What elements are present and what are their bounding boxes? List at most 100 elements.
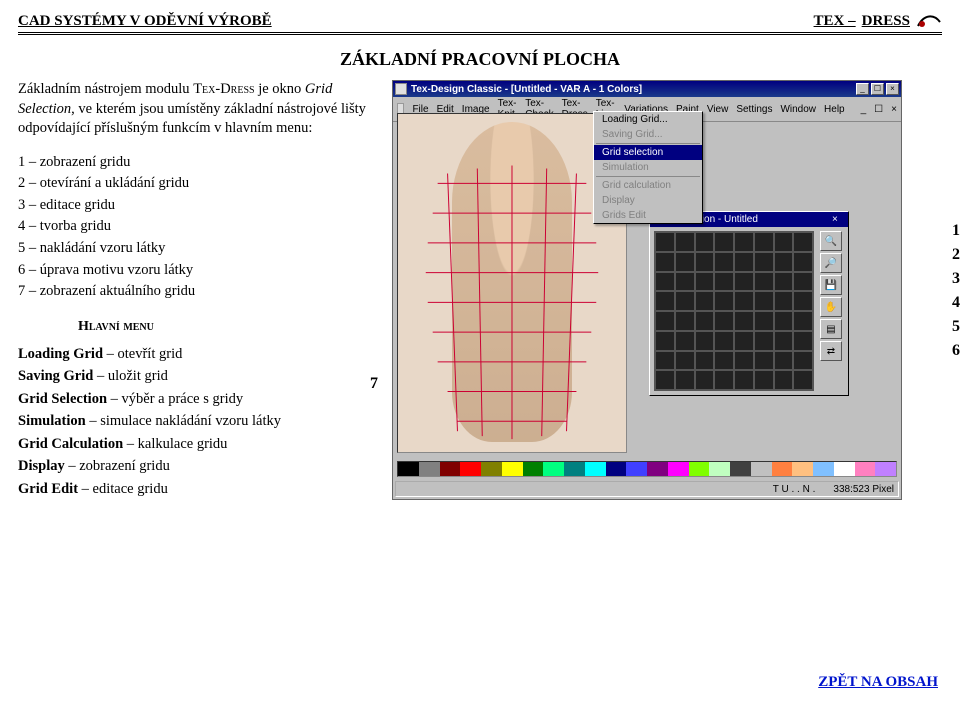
palette-swatch[interactable] <box>606 462 627 476</box>
texdress-dropdown: Loading Grid... Saving Grid... Grid sele… <box>593 111 703 224</box>
palette-swatch[interactable] <box>668 462 689 476</box>
palette-swatch[interactable] <box>730 462 751 476</box>
menu-term: Display <box>18 458 65 474</box>
menu-def: – otevřít grid <box>103 346 182 362</box>
menu-def: – výběr a práce s gridy <box>107 391 243 407</box>
palette-swatch[interactable] <box>398 462 419 476</box>
palette-swatch[interactable] <box>709 462 730 476</box>
dropdown-separator <box>596 176 700 177</box>
menu-def: – simulace nakládání vzoru látky <box>86 413 281 429</box>
dropdown-item-display[interactable]: Display <box>594 193 702 208</box>
palette-swatch[interactable] <box>564 462 585 476</box>
color-palette[interactable] <box>397 461 897 477</box>
close-button[interactable]: × <box>886 83 899 95</box>
list-item: 1 – zobrazení gridu <box>18 153 378 173</box>
panel-close-button[interactable]: × <box>832 214 844 225</box>
palette-swatch[interactable] <box>792 462 813 476</box>
module-name: Tex-Dress <box>193 81 254 97</box>
minimize-button[interactable]: _ <box>856 83 869 95</box>
callout-1: 1 <box>952 222 960 240</box>
magnify-icon[interactable]: 🔍 <box>820 231 842 251</box>
mdi-close-button[interactable]: × <box>891 104 897 115</box>
intro-text-1: Základním nástrojem modulu <box>18 81 193 97</box>
callout-4: 4 <box>952 294 960 312</box>
header-right-prefix: TEX – <box>814 13 856 30</box>
palette-swatch[interactable] <box>875 462 896 476</box>
dropdown-item-simulation[interactable]: Simulation <box>594 160 702 175</box>
numbered-list: 1 – zobrazení gridu 2 – otevírání a uklá… <box>18 153 378 302</box>
menu-def: – zobrazení gridu <box>65 458 170 474</box>
menu-desc-row: Display – zobrazení gridu <box>18 457 378 477</box>
palette-swatch[interactable] <box>813 462 834 476</box>
callout-3: 3 <box>952 270 960 288</box>
search-icon[interactable]: 🔎 <box>820 253 842 273</box>
menu-desc-row: Saving Grid – uložit grid <box>18 367 378 387</box>
callout-6: 6 <box>952 342 960 360</box>
menu-desc-row: Loading Grid – otevřít grid <box>18 345 378 365</box>
menu-term: Loading Grid <box>18 346 103 362</box>
palette-swatch[interactable] <box>585 462 606 476</box>
header-right-main: DRESS <box>862 13 910 30</box>
back-to-contents-link[interactable]: ZPĚT NA OBSAH <box>818 674 938 691</box>
palette-swatch[interactable] <box>772 462 793 476</box>
grid-panel-tools: 🔍 🔎 💾 ✋ ▤ ⇄ <box>818 227 846 395</box>
menu-settings[interactable]: Settings <box>736 104 772 115</box>
palette-swatch[interactable] <box>440 462 461 476</box>
palette-swatch[interactable] <box>523 462 544 476</box>
menu-help[interactable]: Help <box>824 104 845 115</box>
intro-text-3: , ve kterém jsou umístěny základní nástr… <box>18 101 366 137</box>
menu-term: Saving Grid <box>18 368 93 384</box>
palette-swatch[interactable] <box>626 462 647 476</box>
list-item: 3 – editace gridu <box>18 196 378 216</box>
page-title: ZÁKLADNÍ PRACOVNÍ PLOCHA <box>18 49 942 70</box>
app-window: Tex-Design Classic - [Untitled - VAR A -… <box>392 80 902 500</box>
dropdown-item-gridselection[interactable]: Grid selection <box>594 145 702 160</box>
menu-def: – uložit grid <box>93 368 168 384</box>
menu-descriptions: Loading Grid – otevřít grid Saving Grid … <box>18 345 378 500</box>
menu-def: – kalkulace gridu <box>123 436 227 452</box>
list-item: 2 – otevírání a ukládání gridu <box>18 174 378 194</box>
menu-window[interactable]: Window <box>780 104 816 115</box>
hand-icon[interactable]: ✋ <box>820 297 842 317</box>
list-item: 4 – tvorba gridu <box>18 217 378 237</box>
left-column: Základním nástrojem modulu Tex-Dress je … <box>18 80 378 502</box>
status-right: 338:523 Pixel <box>833 484 894 495</box>
palette-swatch[interactable] <box>689 462 710 476</box>
submenu-heading: Hlavní menu <box>78 318 378 337</box>
connect-icon[interactable]: ⇄ <box>820 341 842 361</box>
palette-swatch[interactable] <box>751 462 772 476</box>
dropdown-item-gridcalc[interactable]: Grid calculation <box>594 178 702 193</box>
maximize-button[interactable]: ☐ <box>871 83 884 95</box>
menu-desc-row: Grid Calculation – kalkulace gridu <box>18 435 378 455</box>
palette-swatch[interactable] <box>419 462 440 476</box>
grid-selection-panel: Grid selection - Untitled × <box>649 211 849 396</box>
palette-swatch[interactable] <box>481 462 502 476</box>
callout-2: 2 <box>952 246 960 264</box>
save-icon[interactable]: 💾 <box>820 275 842 295</box>
palette-swatch[interactable] <box>460 462 481 476</box>
mdi-maximize-button[interactable]: ☐ <box>874 104 883 115</box>
grid-thumbnails[interactable] <box>654 231 814 391</box>
layers-icon[interactable]: ▤ <box>820 319 842 339</box>
menu-term: Grid Calculation <box>18 436 123 452</box>
palette-swatch[interactable] <box>855 462 876 476</box>
callout-5: 5 <box>952 318 960 336</box>
palette-swatch[interactable] <box>543 462 564 476</box>
dropdown-item-saving[interactable]: Saving Grid... <box>594 127 702 142</box>
app-icon <box>395 83 407 95</box>
menu-view[interactable]: View <box>707 104 729 115</box>
window-title: Tex-Design Classic - [Untitled - VAR A -… <box>411 84 852 95</box>
header-right: TEX – DRESS <box>814 12 942 30</box>
logo-icon <box>916 12 942 30</box>
palette-swatch[interactable] <box>834 462 855 476</box>
titlebar: Tex-Design Classic - [Untitled - VAR A -… <box>393 81 901 97</box>
status-left: T U . . N . <box>773 484 816 495</box>
dropdown-item-gridsedit[interactable]: Grids Edit <box>594 208 702 223</box>
dropdown-item-loading[interactable]: Loading Grid... <box>594 112 702 127</box>
menu-term: Grid Selection <box>18 391 107 407</box>
intro-text-2: je okno <box>255 81 305 97</box>
palette-swatch[interactable] <box>647 462 668 476</box>
menu-def: – editace gridu <box>78 481 168 497</box>
palette-swatch[interactable] <box>502 462 523 476</box>
mdi-minimize-button[interactable]: _ <box>861 104 867 115</box>
